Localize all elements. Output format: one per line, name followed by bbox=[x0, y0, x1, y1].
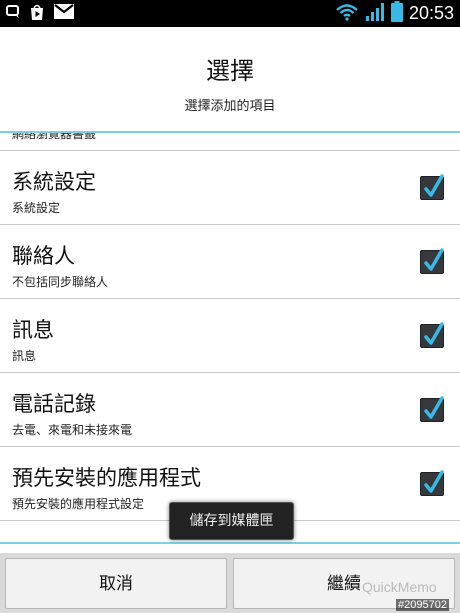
page-subtitle: 選擇添加的項目 bbox=[184, 99, 276, 114]
backup-item-list[interactable]: 書籤網絡瀏覽器書籤系統設定系統設定聯絡人不包括同步聯絡人訊息訊息電話記錄去電、來… bbox=[0, 133, 460, 543]
list-item-title: 聯絡人 bbox=[12, 244, 75, 268]
list-item-subtitle: 訊息 bbox=[12, 349, 37, 363]
list-item-subtitle: 預先安裝的應用程式設定 bbox=[12, 497, 145, 511]
list-item-title: 系統設定 bbox=[12, 170, 96, 194]
dialog-header: 選擇 選擇添加的項目 bbox=[0, 27, 460, 132]
item-checkbox[interactable] bbox=[420, 470, 444, 496]
item-checkbox[interactable] bbox=[420, 248, 444, 274]
list-divider bbox=[0, 542, 460, 544]
item-checkbox[interactable] bbox=[420, 396, 444, 422]
item-checkbox[interactable] bbox=[420, 174, 444, 200]
image-id-watermark: #2095702 bbox=[396, 599, 449, 611]
quickmemo-watermark: QuickMemo bbox=[362, 579, 437, 595]
clock: 20:53 bbox=[408, 3, 454, 23]
list-item-title: 電話記錄 bbox=[12, 392, 96, 416]
cancel-button[interactable]: 取消 bbox=[5, 558, 227, 609]
toast-message: 儲存到媒體匣 bbox=[169, 502, 294, 540]
page-title: 選擇 bbox=[206, 57, 254, 85]
list-item-subtitle: 網絡瀏覽器書籤 bbox=[12, 133, 97, 141]
system-icons: 20:53 bbox=[335, 1, 454, 26]
list-item-subtitle: 系統設定 bbox=[12, 201, 61, 215]
signal-icon bbox=[365, 2, 385, 26]
list-item-title: 預先安裝的應用程式 bbox=[12, 466, 201, 490]
list-item-subtitle: 去電、來電和未接來電 bbox=[12, 423, 133, 437]
list-item-title: 訊息 bbox=[12, 318, 54, 342]
status-bar: 20:53 bbox=[0, 0, 460, 27]
list-content: 書籤網絡瀏覽器書籤系統設定系統設定聯絡人不包括同步聯絡人訊息訊息電話記錄去電、來… bbox=[0, 133, 460, 521]
list-item[interactable]: 系統設定 系統設定 bbox=[0, 151, 460, 225]
item-checkbox[interactable] bbox=[420, 322, 444, 348]
battery-icon bbox=[390, 1, 403, 26]
play-store-icon bbox=[28, 3, 46, 25]
list-item[interactable]: 聯絡人不包括同步聯絡人 bbox=[0, 225, 460, 299]
list-item-subtitle: 不包括同步聯絡人 bbox=[12, 275, 109, 289]
gmail-icon bbox=[54, 4, 74, 23]
wifi-icon bbox=[335, 3, 359, 25]
chat-bubble-icon bbox=[6, 4, 20, 23]
list-item[interactable]: 訊息 訊息 bbox=[0, 299, 460, 373]
notification-icons bbox=[6, 4, 74, 23]
list-item[interactable]: 電話記錄去電、來電和未接來電 bbox=[0, 373, 460, 447]
list-item[interactable]: 書籤網絡瀏覽器書籤 bbox=[0, 133, 460, 151]
